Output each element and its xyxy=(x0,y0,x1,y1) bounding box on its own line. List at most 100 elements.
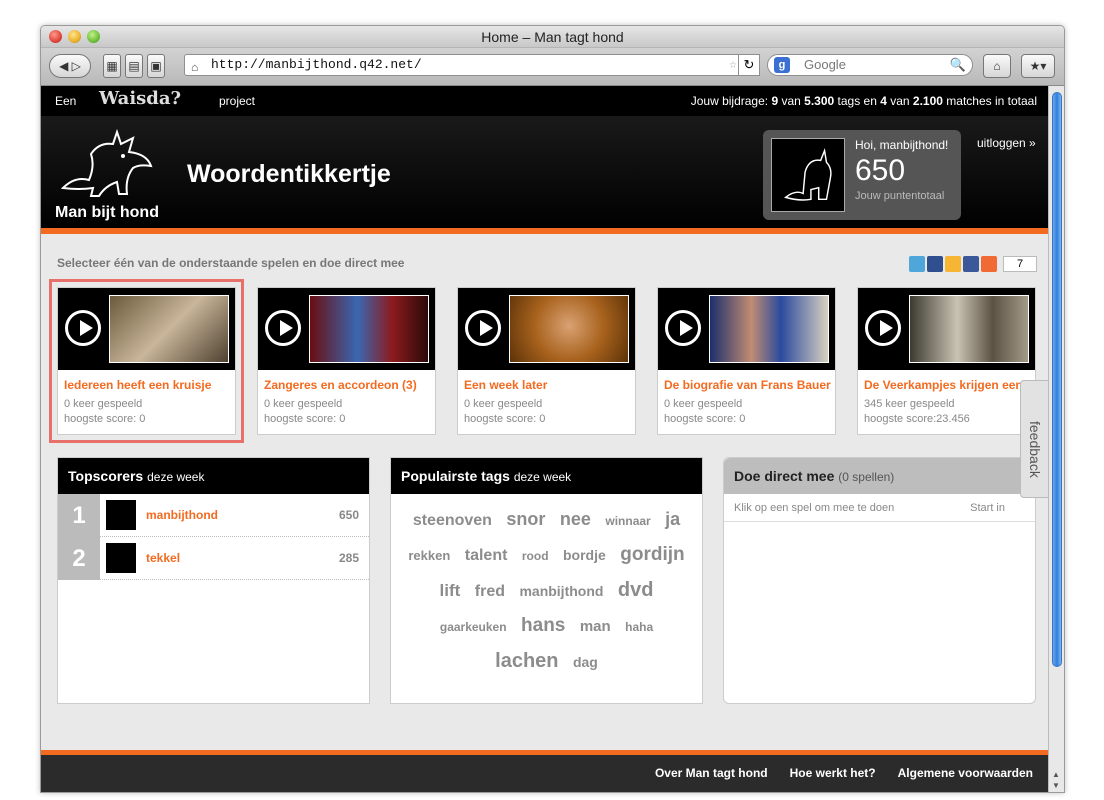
game-title[interactable]: De biografie van Frans Bauer xyxy=(664,378,832,392)
times-played: 0 keer gespeeld xyxy=(464,398,543,410)
tag[interactable]: gaarkeuken xyxy=(440,610,507,644)
scroll-down-icon[interactable]: ▼ xyxy=(1052,781,1060,790)
favorite-star-icon[interactable] xyxy=(945,256,961,272)
doe-hint: Klik op een spel om mee te doen xyxy=(734,502,895,514)
game-list: Iedereen heeft een kruisje 0 keer gespee… xyxy=(49,279,1036,443)
logout-link[interactable]: uitloggen » xyxy=(977,136,1036,150)
bookmarks-menu-icon[interactable]: ★▾ xyxy=(1021,54,1055,78)
site-footer: Over Man tagt hond Hoe werkt het? Algeme… xyxy=(41,750,1049,792)
bookmark-star-icon[interactable]: ☆ xyxy=(729,55,737,75)
video-thumbnail[interactable] xyxy=(109,295,229,363)
footer-link-about[interactable]: Over Man tagt hond xyxy=(655,766,768,780)
video-thumbnail[interactable] xyxy=(309,295,429,363)
reload-icon[interactable]: ↻ xyxy=(738,54,760,76)
back-button[interactable]: ◀ ▷ xyxy=(49,54,91,78)
video-thumbnail[interactable] xyxy=(509,295,629,363)
game-card[interactable]: Zangeres en accordeon (3) 0 keer gespeel… xyxy=(257,287,436,435)
share-count: 7 xyxy=(1003,256,1037,272)
tag[interactable]: hans xyxy=(521,609,565,643)
tag[interactable]: snor xyxy=(506,502,545,536)
url-text: http://manbijthond.q42.net/ xyxy=(211,57,422,72)
tag[interactable]: dvd xyxy=(618,573,654,607)
tag[interactable]: lachen xyxy=(495,644,558,678)
dog-avatar-icon[interactable] xyxy=(106,543,136,573)
tag[interactable]: ja xyxy=(665,502,680,536)
address-bar[interactable]: ⌂ http://manbijthond.q42.net/ ☆ ▼ xyxy=(184,54,760,76)
een-label: Een xyxy=(55,94,77,108)
clipboard-icon[interactable]: ▣ xyxy=(147,54,165,78)
search-field[interactable]: g Google 🔍 xyxy=(767,54,973,76)
high-score: hoogste score:23.456 xyxy=(864,413,970,425)
sidebar-icon[interactable]: ▤ xyxy=(125,54,143,78)
scrollbar-thumb[interactable] xyxy=(1052,92,1062,667)
play-icon[interactable] xyxy=(465,310,501,346)
start-in-label: Start in xyxy=(970,502,1005,514)
user-avatar[interactable] xyxy=(771,138,845,212)
greeting: Hoi, manbijthond! xyxy=(855,138,949,152)
play-icon[interactable] xyxy=(865,310,901,346)
tag[interactable]: gordijn xyxy=(620,538,684,572)
home-icon[interactable]: ⌂ xyxy=(983,54,1011,78)
video-thumbnail[interactable] xyxy=(709,295,829,363)
tag[interactable]: steenoven xyxy=(413,504,492,538)
times-played: 0 keer gespeeld xyxy=(64,398,143,410)
tags-contributed: 9 xyxy=(771,94,779,108)
dog-avatar-icon[interactable] xyxy=(106,500,136,530)
doe-header-row: Klik op een spel om mee te doen Start in xyxy=(724,494,1035,522)
tag[interactable]: fred xyxy=(475,575,505,609)
matches-contributed: 4 xyxy=(880,94,887,108)
tag[interactable]: rood xyxy=(522,539,549,573)
play-icon[interactable] xyxy=(665,310,701,346)
magnifier-icon[interactable]: 🔍 xyxy=(950,55,966,75)
tag[interactable]: manbijthond xyxy=(519,574,603,608)
tag[interactable]: man xyxy=(580,610,611,644)
feedback-tab[interactable]: feedback xyxy=(1020,380,1049,498)
game-card[interactable]: De Veerkampjes krijgen een 345 keer gesp… xyxy=(857,287,1036,435)
game-card[interactable]: De biografie van Frans Bauer 0 keer gesp… xyxy=(657,287,836,435)
facebook-icon[interactable] xyxy=(963,256,979,272)
game-title[interactable]: Zangeres en accordeon (3) xyxy=(264,378,432,392)
play-icon[interactable] xyxy=(65,310,101,346)
player-name[interactable]: tekkel xyxy=(146,551,180,565)
twitter-icon[interactable] xyxy=(909,256,925,272)
tag[interactable]: winnaar xyxy=(605,504,650,538)
feedback-label: feedback xyxy=(1027,421,1043,478)
addthis-icon[interactable] xyxy=(981,256,997,272)
tag[interactable]: nee xyxy=(560,502,591,536)
game-title[interactable]: Een week later xyxy=(464,378,632,392)
tags-title: Populairste tags xyxy=(401,468,510,484)
video-thumbnail[interactable] xyxy=(909,295,1029,363)
site-icon: ⌂ xyxy=(191,61,199,75)
dog-logo-icon[interactable] xyxy=(55,126,165,206)
vertical-scrollbar[interactable]: ▲ ▼ xyxy=(1048,86,1064,792)
player-name[interactable]: manbijthond xyxy=(146,508,218,522)
game-card[interactable]: Iedereen heeft een kruisje 0 keer gespee… xyxy=(49,279,244,443)
tag[interactable]: haha xyxy=(625,610,653,644)
back-arrow-icon: ◀ ▷ xyxy=(59,59,81,73)
tag[interactable]: talent xyxy=(465,539,508,573)
game-title[interactable]: Iedereen heeft een kruisje xyxy=(64,378,232,392)
home-sites-icon[interactable]: ▦ xyxy=(103,54,121,78)
topscorers-panel: Topscorers deze week 1 manbijthond 650 2… xyxy=(57,457,370,704)
total-score: 650 xyxy=(855,154,906,187)
scroll-up-icon[interactable]: ▲ xyxy=(1052,770,1060,779)
game-title[interactable]: De Veerkampjes krijgen een xyxy=(864,378,1032,392)
footer-link-terms[interactable]: Algemene voorwaarden xyxy=(898,766,1033,780)
player-score: 650 xyxy=(338,508,359,522)
tag[interactable]: dag xyxy=(573,645,598,679)
brand-name[interactable]: Man bijt hond xyxy=(55,204,159,222)
game-card[interactable]: Een week later 0 keer gespeeld hoogste s… xyxy=(457,287,636,435)
tag[interactable]: bordje xyxy=(563,538,606,572)
waisda-logo[interactable]: Waisda? xyxy=(99,88,181,109)
browser-window: Home – Man tagt hond ◀ ▷ ▦ ▤ ▣ ⌂ http://… xyxy=(40,25,1065,793)
matches-total: 2.100 xyxy=(912,94,943,108)
tag[interactable]: rekken xyxy=(408,539,450,573)
high-score: hoogste score: 0 xyxy=(64,413,146,425)
share-bar: 7 xyxy=(909,256,1037,272)
high-score: hoogste score: 0 xyxy=(664,413,746,425)
footer-link-how[interactable]: Hoe werkt het? xyxy=(790,766,876,780)
title-bar: Home – Man tagt hond xyxy=(41,26,1064,48)
tag[interactable]: lift xyxy=(440,574,461,608)
delicious-icon[interactable] xyxy=(927,256,943,272)
play-icon[interactable] xyxy=(265,310,301,346)
